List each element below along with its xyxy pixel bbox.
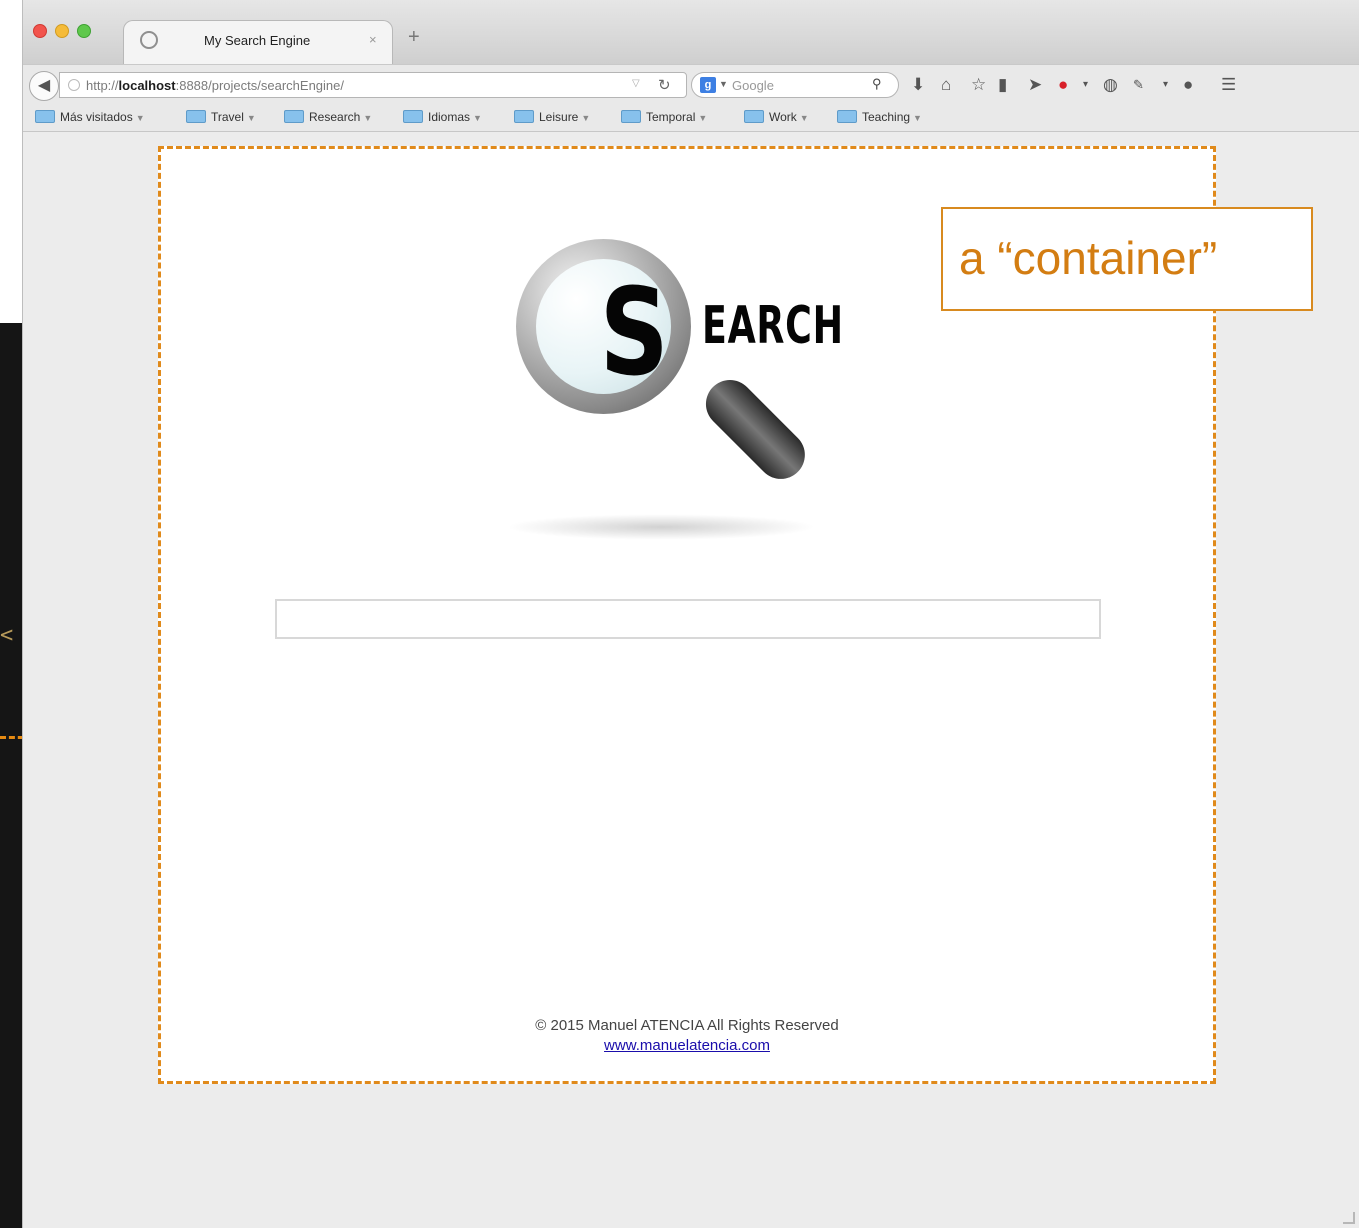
engine-dropdown-icon[interactable]: ▼ [719,79,728,89]
reload-icon[interactable]: ↻ [658,76,671,94]
container-annotation-box: a “container” [941,207,1313,311]
folder-icon [186,110,206,123]
new-tab-button[interactable]: + [408,26,420,49]
code-fragment: < [0,623,14,648]
web-search-bar[interactable]: g ▼ Google ⚲ [691,72,899,98]
back-arrow-icon: ◀ [37,77,51,94]
search-icon[interactable]: ⚲ [872,76,882,92]
folder-icon [744,110,764,123]
folder-icon [284,110,304,123]
magnifier-handle [696,370,815,489]
page-footer: © 2015 Manuel ATENCIA All Rights Reserve… [161,1016,1213,1056]
url-history-dropdown-icon[interactable]: ▽ [632,78,640,89]
resize-grip-icon[interactable] [1343,1212,1355,1224]
logo-wordmark: EARCH [702,296,844,356]
extension-icon[interactable]: ◍ [1103,75,1118,95]
google-engine-icon[interactable]: g [700,77,716,93]
home-icon[interactable]: ⌂ [941,75,951,95]
adblock-dropdown-icon[interactable]: ▾ [1083,75,1088,95]
folder-icon [514,110,534,123]
globe-icon [68,79,80,91]
folder-icon [403,110,423,123]
tab-my-search-engine[interactable]: My Search Engine × [123,20,393,64]
logo-shadow [506,514,816,540]
navigation-toolbar: ◀ http://localhost:8888/projects/searchE… [23,64,1359,104]
menu-icon[interactable]: ☰ [1221,75,1236,95]
logo-letter-s: S [599,264,669,403]
minimize-window-button[interactable] [55,24,69,38]
search-logo: S EARCH [506,234,866,544]
back-button[interactable]: ◀ [29,71,59,101]
folder-icon [621,110,641,123]
bookmark-folder-idiomas[interactable]: Idiomas ▼ [403,110,482,124]
chat-icon[interactable]: ● [1183,75,1193,95]
plugin-icon[interactable]: ✎ [1133,75,1144,95]
bookmark-folder-temporal[interactable]: Temporal ▼ [621,110,707,124]
author-website-link[interactable]: www.manuelatencia.com [604,1037,770,1054]
url-bar[interactable]: http://localhost:8888/projects/searchEng… [59,72,687,98]
close-window-button[interactable] [33,24,47,38]
tab-title: My Search Engine [204,33,311,48]
bookmark-folder-mas-visitados[interactable]: Más visitados ▼ [35,110,145,124]
annotation-label: a “container” [959,232,1218,284]
bookmark-folder-teaching[interactable]: Teaching ▼ [837,110,922,124]
bookmark-folder-travel[interactable]: Travel ▼ [186,110,256,124]
close-tab-icon[interactable]: × [369,32,377,47]
folder-icon [837,110,857,123]
bookmark-folder-leisure[interactable]: Leisure ▼ [514,110,590,124]
url-text: http://localhost:8888/projects/searchEng… [86,78,344,93]
bookmark-star-icon[interactable]: ☆ [971,75,986,95]
plugin-dropdown-icon[interactable]: ▾ [1163,75,1168,95]
folder-icon [35,110,55,123]
download-icon[interactable]: ⬇ [911,75,925,95]
bookmarks-toolbar: Más visitados ▼ Travel ▼ Research ▼ Idiomas… [23,104,1359,132]
adblock-icon[interactable]: ● [1058,75,1068,95]
clipboard-icon[interactable]: ▮ [998,75,1007,95]
search-placeholder: Google [732,78,774,93]
copyright-text: © 2015 Manuel ATENCIA All Rights Reserve… [535,1017,839,1034]
bookmark-folder-work[interactable]: Work ▼ [744,110,809,124]
send-icon[interactable]: ➤ [1028,75,1042,95]
zoom-window-button[interactable] [77,24,91,38]
title-bar: My Search Engine × + [23,0,1359,64]
search-input[interactable] [275,599,1101,639]
bookmark-folder-research[interactable]: Research ▼ [284,110,372,124]
loading-icon [140,31,158,49]
